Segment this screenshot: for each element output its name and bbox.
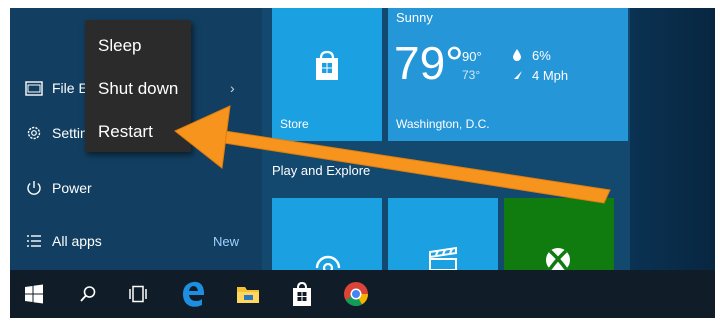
annotation-arrow bbox=[174, 105, 611, 204]
desktop: File Ex › Settin Power All apps New Stor… bbox=[10, 8, 715, 318]
screenshot-frame: File Ex › Settin Power All apps New Stor… bbox=[0, 0, 720, 325]
